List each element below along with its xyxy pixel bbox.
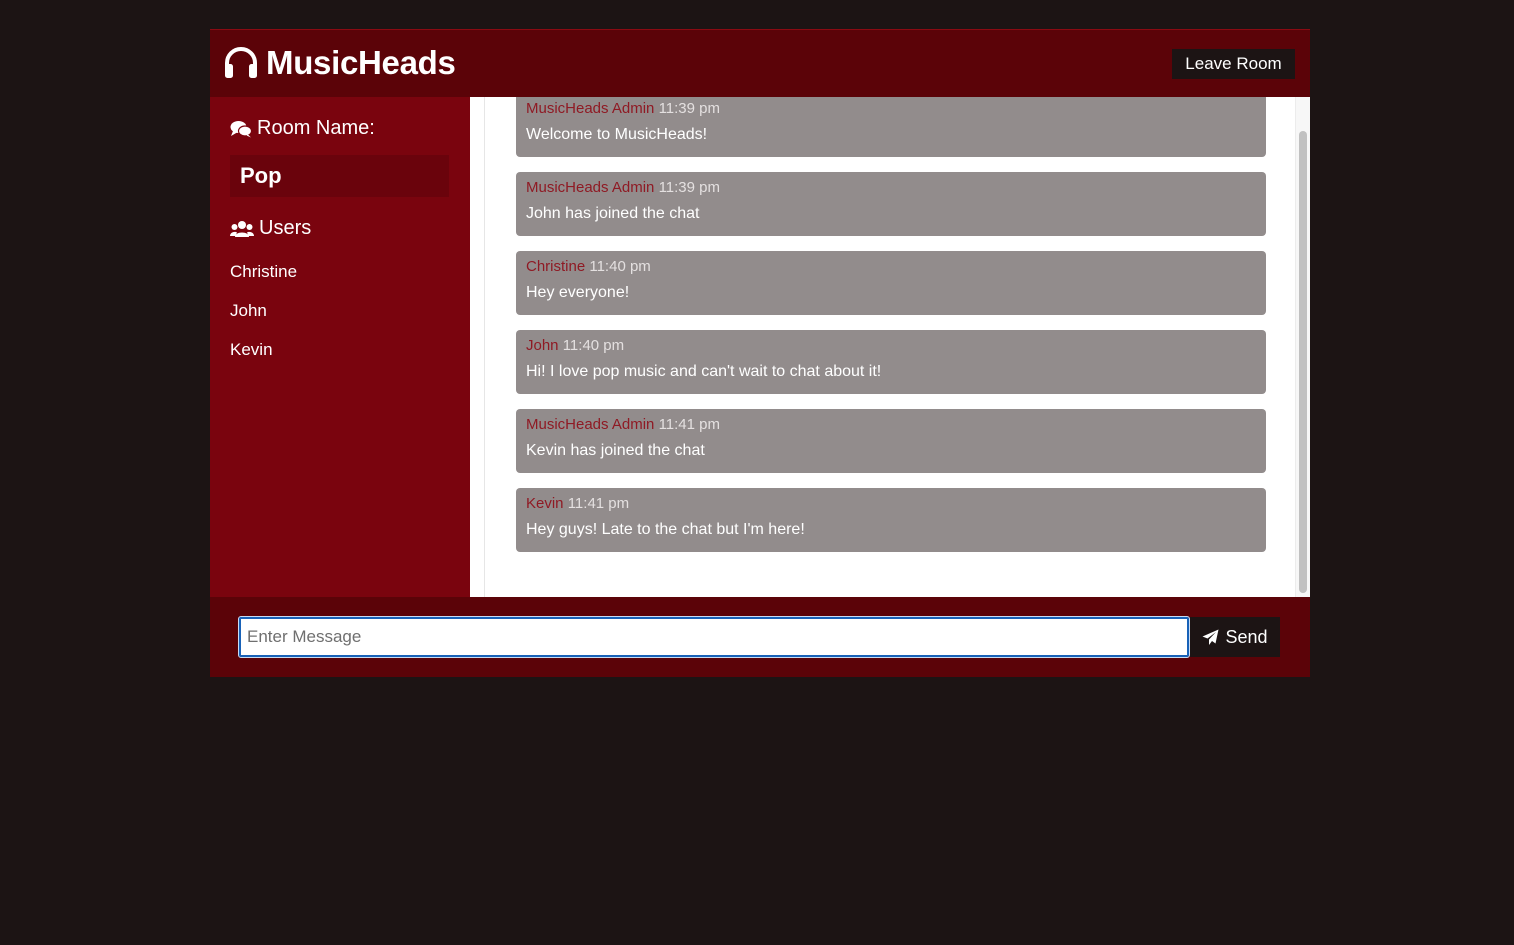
- room-name-label: Room Name:: [257, 117, 375, 139]
- message: MusicHeads Admin 11:41 pm Kevin has join…: [516, 409, 1266, 473]
- message-time: 11:40 pm: [562, 337, 625, 354]
- users-heading: Users: [230, 217, 311, 240]
- message-text: Hi! I love pop music and can't wait to c…: [526, 363, 882, 380]
- user-item: Kevin: [230, 340, 273, 359]
- send-button[interactable]: Send: [1190, 617, 1280, 657]
- message-text: Kevin has joined the chat: [526, 442, 705, 459]
- message-meta: Kevin 11:41 pm: [526, 495, 1256, 513]
- message-text: Hey guys! Late to the chat but I'm here!: [526, 521, 805, 538]
- headphones-icon: [225, 47, 257, 78]
- message: MusicHeads Admin 11:39 pm Welcome to Mus…: [516, 97, 1266, 157]
- users-icon: [230, 220, 254, 237]
- message-text: Hey everyone!: [526, 284, 630, 301]
- message-form: Send: [210, 597, 1310, 677]
- message-meta: John 11:40 pm: [526, 337, 1256, 355]
- message-time: 11:39 pm: [658, 100, 720, 117]
- message-time: 11:41 pm: [567, 495, 630, 512]
- chat-header: MusicHeads Leave Room: [210, 29, 1310, 97]
- message-author: MusicHeads Admin: [526, 100, 655, 117]
- message-author: Kevin: [526, 495, 564, 512]
- app-title: MusicHeads: [266, 44, 456, 81]
- message-time: 11:40 pm: [589, 258, 651, 275]
- message-time: 11:39 pm: [658, 179, 720, 196]
- messages-scrollbar[interactable]: [1295, 97, 1310, 597]
- user-item: John: [230, 301, 267, 320]
- messages-list: MusicHeads Admin 11:39 pm Welcome to Mus…: [484, 97, 1295, 597]
- message-text: Welcome to MusicHeads!: [526, 126, 708, 143]
- chat-messages[interactable]: MusicHeads Admin 11:39 pm Welcome to Mus…: [470, 97, 1310, 597]
- chat-container: MusicHeads Leave Room Room Name: Pop Use…: [210, 29, 1310, 677]
- message-meta: MusicHeads Admin 11:39 pm: [526, 179, 1256, 197]
- message-author: John: [526, 337, 559, 354]
- message-author: MusicHeads Admin: [526, 416, 655, 433]
- users-label: Users: [259, 217, 312, 239]
- users-list: Christine John Kevin: [230, 262, 297, 379]
- room-name-heading: Room Name:: [230, 117, 375, 140]
- leave-room-button[interactable]: Leave Room: [1172, 49, 1295, 79]
- scrollbar-thumb[interactable]: [1299, 131, 1307, 593]
- message: John 11:40 pm Hi! I love pop music and c…: [516, 330, 1266, 394]
- comments-icon: [230, 120, 252, 137]
- message-input[interactable]: [238, 616, 1190, 658]
- message-text: John has joined the chat: [526, 205, 700, 222]
- message-meta: MusicHeads Admin 11:39 pm: [526, 100, 1256, 118]
- message: Kevin 11:41 pm Hey guys! Late to the cha…: [516, 488, 1266, 552]
- send-label: Send: [1225, 626, 1268, 647]
- message: Christine 11:40 pm Hey everyone!: [516, 251, 1266, 315]
- user-item: Christine: [230, 262, 298, 281]
- message-author: MusicHeads Admin: [526, 179, 655, 196]
- app-logo: MusicHeads: [224, 43, 456, 83]
- message-time: 11:41 pm: [658, 416, 720, 433]
- message-meta: Christine 11:40 pm: [526, 258, 1256, 276]
- message-meta: MusicHeads Admin 11:41 pm: [526, 416, 1256, 434]
- room-name-value: Pop: [230, 155, 449, 197]
- paper-plane-icon: [1202, 629, 1219, 645]
- message-author: Christine: [526, 258, 586, 275]
- sidebar: Room Name: Pop Users Christine John Kevi…: [210, 97, 470, 597]
- message: MusicHeads Admin 11:39 pm John has joine…: [516, 172, 1266, 236]
